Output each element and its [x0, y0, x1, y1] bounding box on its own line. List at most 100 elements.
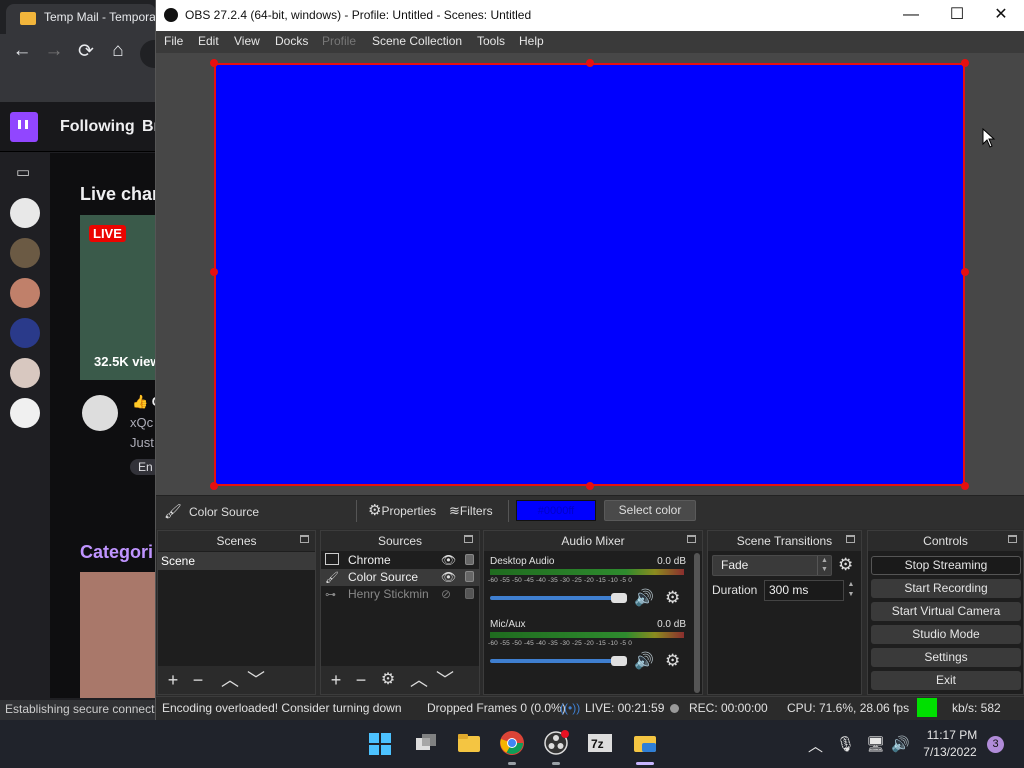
- close-button[interactable]: ✕: [978, 3, 1024, 27]
- menu-edit[interactable]: Edit: [198, 34, 219, 48]
- resize-handle[interactable]: [586, 59, 594, 67]
- microphone-icon[interactable]: 🎙: [836, 735, 855, 753]
- start-recording-button[interactable]: Start Recording: [871, 579, 1021, 598]
- undock-icon[interactable]: [464, 535, 473, 543]
- lock-icon[interactable]: [465, 571, 474, 582]
- video-camera-icon[interactable]: ▭: [16, 163, 30, 181]
- move-up-icon[interactable]: ︿: [407, 668, 431, 692]
- source-item[interactable]: ⊶ Henry Stickmin ⊘: [321, 586, 479, 603]
- lock-icon[interactable]: [465, 554, 474, 565]
- eye-icon[interactable]: 👁: [441, 569, 456, 586]
- menu-profile[interactable]: Profile: [322, 34, 356, 48]
- undock-icon[interactable]: [687, 535, 696, 543]
- filters-button[interactable]: ≋Filters: [449, 500, 493, 522]
- menu-tools[interactable]: Tools: [477, 34, 505, 48]
- channel-avatar[interactable]: [10, 398, 40, 428]
- file-explorer-icon[interactable]: [632, 730, 658, 756]
- network-icon[interactable]: 🖥: [866, 735, 885, 753]
- move-down-icon[interactable]: ﹀: [433, 668, 457, 692]
- clock-time[interactable]: 11:17 PM: [924, 728, 980, 742]
- remove-icon[interactable]: −: [349, 668, 373, 692]
- reload-icon[interactable]: ⟳: [74, 40, 98, 63]
- start-virtual-camera-button[interactable]: Start Virtual Camera: [871, 602, 1021, 621]
- windows-start-icon[interactable]: [368, 732, 392, 756]
- eye-icon[interactable]: 👁: [441, 552, 456, 569]
- menu-docks[interactable]: Docks: [275, 34, 308, 48]
- volume-slider[interactable]: [490, 593, 628, 603]
- channel-avatar[interactable]: [10, 318, 40, 348]
- gear-icon[interactable]: ⚙: [665, 588, 680, 608]
- exit-button[interactable]: Exit: [871, 671, 1021, 690]
- task-view-icon[interactable]: [413, 730, 439, 756]
- obs-icon[interactable]: [543, 730, 569, 756]
- resize-handle[interactable]: [961, 482, 969, 490]
- channel-avatar[interactable]: [10, 278, 40, 308]
- gear-icon[interactable]: ⚙: [665, 651, 680, 671]
- resize-handle[interactable]: [586, 482, 594, 490]
- gear-icon[interactable]: ⚙: [376, 668, 400, 692]
- channel-avatar[interactable]: [10, 358, 40, 388]
- scene-item[interactable]: Scene: [158, 552, 315, 570]
- slider-knob[interactable]: [611, 656, 628, 666]
- category-name[interactable]: Just: [130, 435, 154, 450]
- duration-input[interactable]: 300 ms: [764, 580, 844, 601]
- twitch-logo-icon[interactable]: [10, 112, 38, 142]
- channel-avatar[interactable]: [10, 198, 40, 228]
- duration-stepper[interactable]: ▲ ▼: [844, 580, 858, 601]
- settings-button[interactable]: Settings: [871, 648, 1021, 667]
- notification-badge[interactable]: 3: [987, 736, 1004, 753]
- preview-area[interactable]: [156, 53, 1024, 495]
- lock-icon[interactable]: [465, 588, 474, 599]
- source-item[interactable]: 🖌 Color Source 👁: [321, 569, 479, 586]
- title-bar[interactable]: OBS 27.2.4 (64-bit, windows) - Profile: …: [156, 0, 1024, 31]
- source-item[interactable]: Chrome 👁: [321, 552, 479, 569]
- gear-icon[interactable]: ⚙: [838, 555, 853, 575]
- undock-icon[interactable]: [1008, 535, 1017, 543]
- resize-handle[interactable]: [961, 268, 969, 276]
- menu-view[interactable]: View: [234, 34, 260, 48]
- move-down-icon[interactable]: ﹀: [244, 668, 268, 692]
- resize-handle[interactable]: [961, 59, 969, 67]
- resize-handle[interactable]: [210, 59, 218, 67]
- stop-streaming-button[interactable]: Stop Streaming: [871, 556, 1021, 575]
- scrollbar[interactable]: [694, 553, 700, 693]
- slider-knob[interactable]: [611, 593, 628, 603]
- menu-help[interactable]: Help: [519, 34, 544, 48]
- add-icon[interactable]: +: [161, 668, 185, 692]
- preview-canvas[interactable]: [214, 63, 965, 486]
- undock-icon[interactable]: [846, 535, 855, 543]
- category-thumbnail[interactable]: [80, 572, 155, 698]
- speaker-icon[interactable]: 🔊: [634, 588, 654, 608]
- chrome-icon[interactable]: [499, 730, 525, 756]
- channel-avatar[interactable]: [82, 395, 118, 431]
- resize-handle[interactable]: [210, 482, 218, 490]
- speaker-icon[interactable]: 🔊: [634, 651, 654, 671]
- remove-icon[interactable]: −: [186, 668, 210, 692]
- forward-icon[interactable]: →: [42, 40, 66, 62]
- home-icon[interactable]: ⌂: [106, 40, 130, 62]
- channel-name[interactable]: xQc: [130, 415, 153, 430]
- chevron-up-icon[interactable]: ︿: [808, 735, 823, 756]
- minimize-button[interactable]: —: [888, 3, 934, 27]
- clock-date[interactable]: 7/13/2022: [920, 745, 980, 759]
- volume-icon[interactable]: 🔊: [891, 735, 910, 753]
- resize-handle[interactable]: [210, 268, 218, 276]
- volume-slider[interactable]: [490, 656, 628, 666]
- undock-icon[interactable]: [300, 535, 309, 543]
- transition-select[interactable]: Fade ▲ ▼: [712, 555, 832, 576]
- properties-button[interactable]: ⚙Properties: [368, 500, 436, 522]
- move-up-icon[interactable]: ︿: [218, 668, 242, 692]
- maximize-button[interactable]: ☐: [934, 3, 980, 27]
- menu-file[interactable]: File: [164, 34, 183, 48]
- studio-mode-button[interactable]: Studio Mode: [871, 625, 1021, 644]
- nav-following[interactable]: Following: [60, 118, 135, 136]
- add-icon[interactable]: +: [324, 668, 348, 692]
- file-explorer-icon[interactable]: [456, 730, 482, 756]
- eye-hidden-icon[interactable]: ⊘: [441, 586, 451, 603]
- back-icon[interactable]: ←: [10, 40, 34, 62]
- color-swatch[interactable]: #0000ff: [516, 500, 596, 521]
- select-color-button[interactable]: Select color: [604, 500, 696, 521]
- 7zip-icon[interactable]: 7z: [587, 730, 613, 756]
- channel-avatar[interactable]: [10, 238, 40, 268]
- menu-scene-collection[interactable]: Scene Collection: [372, 34, 462, 48]
